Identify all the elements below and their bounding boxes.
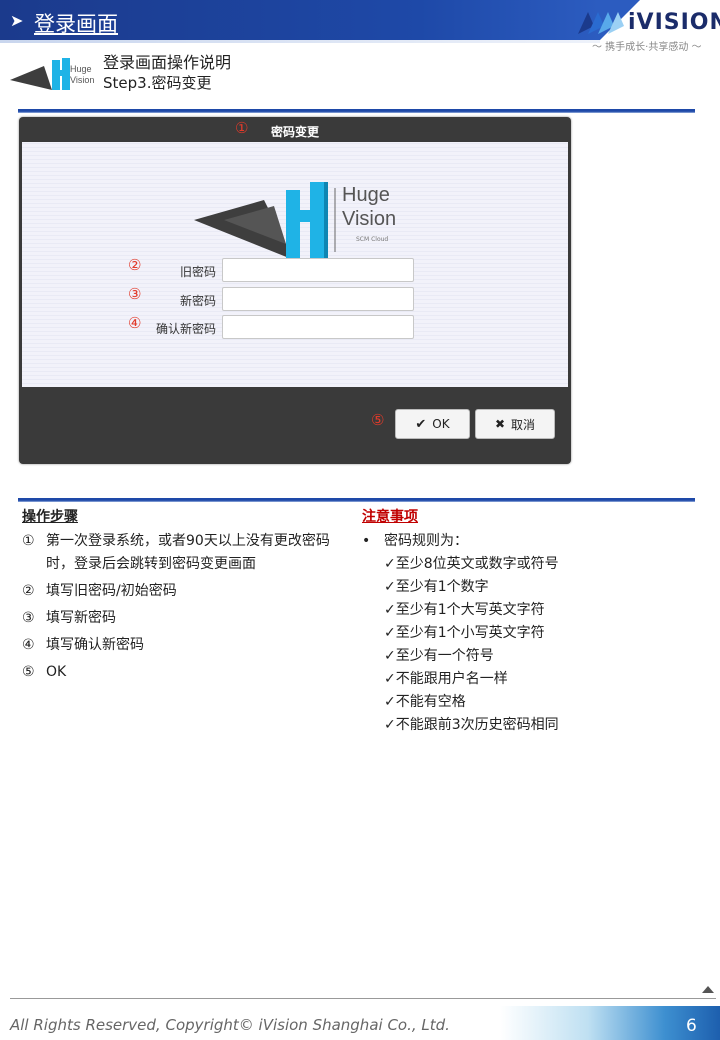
subheader-title: 登录画面操作说明	[103, 53, 232, 72]
old-password-input[interactable]	[222, 258, 414, 282]
step-number: ③	[22, 610, 35, 626]
cancel-button-label: 取消	[511, 417, 536, 432]
list-item: ✓不能有空格	[384, 694, 466, 710]
step-number: ②	[22, 583, 35, 599]
list-item: ① 第一次登录系统，或者90天以上没有更改密码时，登录后会跳转到密码变更画面	[22, 530, 352, 576]
notes-heading: 注意事项	[362, 509, 418, 525]
caret-up-icon	[702, 986, 714, 993]
arrow-right-icon: ➤	[10, 11, 24, 30]
check-icon: ✔	[415, 416, 427, 432]
header-bar: ➤ 登录画面	[0, 0, 640, 40]
step-text: OK	[46, 664, 67, 680]
notes-intro-row: • 密码规则为：	[362, 530, 692, 553]
close-icon: ✖	[494, 417, 506, 431]
list-item: ✓至少有1个大写英文字符	[384, 602, 545, 618]
list-item: ✓至少有一个符号	[384, 648, 494, 664]
step-text: 填写新密码	[46, 610, 116, 626]
list-item: ✓不能跟前3次历史密码相同	[384, 717, 559, 733]
divider-middle	[18, 498, 695, 502]
ok-button[interactable]: ✔ OK	[395, 409, 470, 439]
page-number: 6	[686, 1016, 697, 1036]
bullet-icon: •	[362, 533, 371, 549]
steps-heading: 操作步骤	[22, 509, 78, 525]
page-title: 登录画面	[34, 12, 118, 36]
list-item: ⑤ OK	[22, 661, 352, 684]
cancel-button[interactable]: ✖ 取消	[475, 409, 555, 439]
hugevision-small-logo-icon: Huge Vision	[10, 58, 94, 90]
logo-huge-text: Huge	[342, 184, 390, 206]
footer-line	[10, 998, 716, 999]
dialog-body: Huge Vision SCM Cloud ② 旧密码 ③ 新密码 ④ 确认新密…	[22, 142, 568, 387]
slide-page: ➤ 登录画面 iVISION ～ 携手成长·共享感动 ～ Huge Vision…	[0, 0, 720, 1040]
logo-scm-text: SCM Cloud	[356, 236, 389, 243]
subheader-step: Step3.密码变更	[103, 74, 212, 92]
brand-name: iVISION	[628, 10, 720, 35]
header-underline	[0, 40, 600, 43]
list-item: ✓至少8位英文或数字或符号	[384, 556, 559, 572]
list-item: ✓至少有1个数字	[384, 579, 489, 595]
brand: iVISION ～ 携手成长·共享感动 ～	[578, 6, 720, 53]
step-text: 填写旧密码/初始密码	[46, 583, 177, 599]
step-text: 第一次登录系统，或者90天以上没有更改密码时，登录后会跳转到密码变更画面	[46, 533, 330, 572]
step-text: 填写确认新密码	[46, 637, 144, 653]
notes-list: • 密码规则为： ✓至少8位英文或数字或符号 ✓至少有1个数字 ✓至少有1个大写…	[362, 530, 692, 737]
divider-top	[18, 109, 695, 113]
new-password-label: 新密码	[179, 294, 216, 308]
confirm-password-input[interactable]	[222, 315, 414, 339]
new-password-input[interactable]	[222, 287, 414, 311]
password-change-dialog: ① 密码变更 Huge Vision SCM Cloud ② 旧密码 ③ 新密码…	[19, 117, 571, 464]
ok-button-label: OK	[432, 417, 450, 431]
old-password-label: 旧密码	[179, 265, 216, 279]
list-item: ✓不能跟用户名一样	[384, 671, 508, 687]
brand-slogan: ～ 携手成长·共享感动 ～	[592, 42, 702, 53]
notes-intro: 密码规则为：	[384, 533, 468, 549]
step-number: ⑤	[22, 664, 35, 680]
step-number: ④	[22, 637, 35, 653]
footer-copyright: All Rights Reserved, Copyright© iVision …	[10, 1016, 450, 1034]
dialog-title: 密码变更	[270, 125, 319, 139]
steps-list: ① 第一次登录系统，或者90天以上没有更改密码时，登录后会跳转到密码变更画面 ②…	[22, 530, 352, 688]
ivision-logo-icon	[578, 12, 624, 34]
svg-text:Huge: Huge	[70, 64, 92, 74]
list-item: ④ 填写确认新密码	[22, 634, 352, 657]
marker-5: ⑤	[371, 411, 385, 429]
confirm-password-label: 确认新密码	[155, 322, 216, 336]
list-item: ② 填写旧密码/初始密码	[22, 580, 352, 603]
list-item: ③ 填写新密码	[22, 607, 352, 630]
svg-text:Vision: Vision	[70, 75, 94, 85]
step-number: ①	[22, 533, 35, 549]
list-item: ✓至少有1个小写英文字符	[384, 625, 545, 641]
logo-vision-text: Vision	[342, 208, 397, 230]
